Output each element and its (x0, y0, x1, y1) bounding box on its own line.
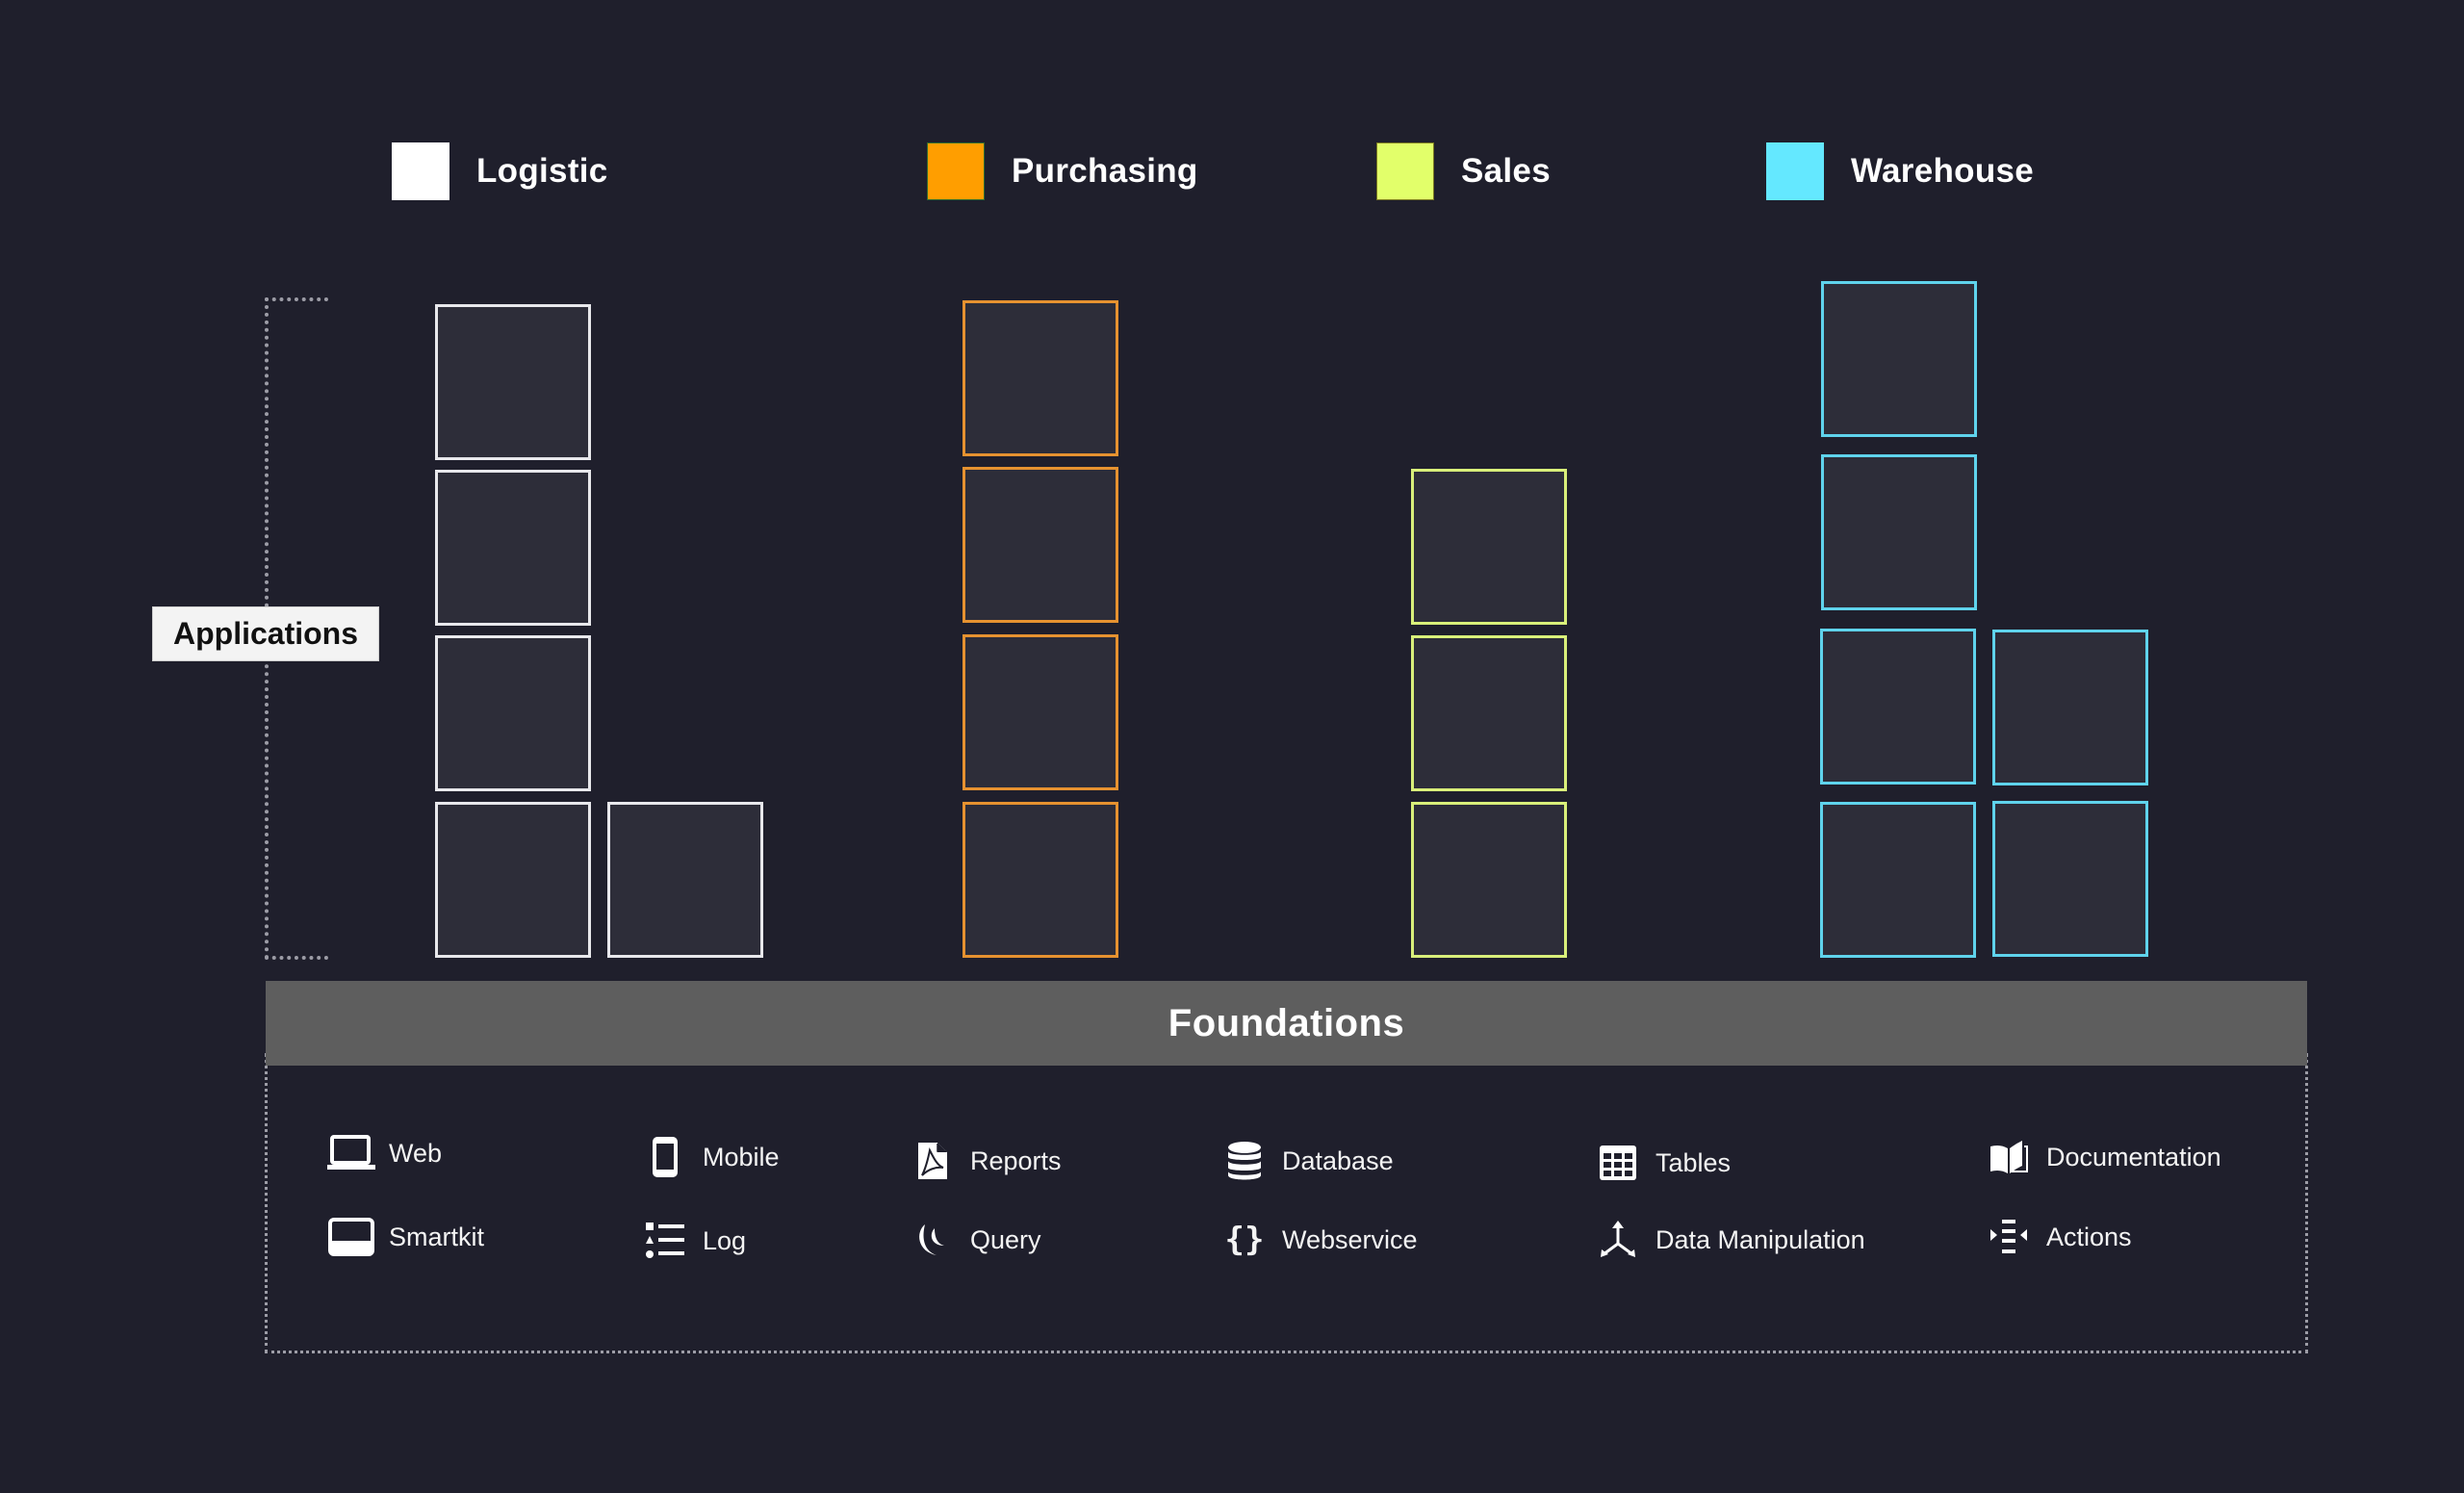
foundation-item-web[interactable]: Web (327, 1132, 442, 1174)
warehouse-block[interactable] (1820, 802, 1976, 958)
foundation-item-label: Documentation (2046, 1142, 2221, 1171)
foundations-header: Foundations (266, 981, 2307, 1066)
foundation-item-reports[interactable]: Reports (909, 1140, 1062, 1182)
logistic-block[interactable] (435, 470, 591, 626)
foundation-item-database[interactable]: Database (1220, 1140, 1394, 1182)
braces-icon: {} (1224, 1221, 1265, 1259)
list-icon (641, 1220, 689, 1262)
purchasing-block[interactable] (962, 300, 1118, 456)
jquery-icon (909, 1219, 957, 1261)
purchasing-block[interactable] (962, 802, 1118, 958)
sales-block[interactable] (1411, 802, 1567, 958)
sales-block[interactable] (1411, 635, 1567, 791)
legend-swatch-warehouse (1766, 142, 1824, 200)
foundation-item-label: Database (1282, 1145, 1394, 1175)
foundation-item-label: Data Manipulation (1656, 1224, 1865, 1254)
foundation-item-smartkit[interactable]: Smartkit (327, 1216, 484, 1258)
foundation-item-label: Query (970, 1224, 1041, 1254)
database-icon (1220, 1140, 1269, 1182)
legend-label: Warehouse (1851, 152, 2035, 190)
smartkit-icon (327, 1216, 375, 1258)
foundation-item-documentation[interactable]: Documentation (1985, 1136, 2221, 1178)
warehouse-block[interactable] (1821, 281, 1977, 437)
applications-label: Applications (152, 606, 379, 661)
logistic-block[interactable] (435, 304, 591, 460)
pdf-file-icon (909, 1140, 957, 1182)
foundation-item-tables[interactable]: Tables (1594, 1142, 1731, 1184)
legend-item-purchasing: Purchasing (927, 142, 1198, 201)
book-icon (1985, 1136, 2033, 1178)
legend-label: Purchasing (1012, 152, 1198, 190)
warehouse-block[interactable] (1820, 629, 1976, 785)
foundation-item-label: Reports (970, 1145, 1062, 1175)
warehouse-block[interactable] (1992, 801, 2148, 957)
laptop-icon (327, 1132, 375, 1174)
legend-label: Sales (1461, 152, 1551, 190)
logistic-block[interactable] (435, 635, 591, 791)
foundation-item-label: Mobile (703, 1142, 780, 1171)
logistic-block[interactable] (435, 802, 591, 958)
legend-item-logistic: Logistic (392, 142, 608, 201)
sales-block[interactable] (1411, 469, 1567, 625)
foundation-item-mobile[interactable]: Mobile (641, 1136, 780, 1178)
foundations-title: Foundations (1168, 1001, 1405, 1044)
foundation-item-label: Smartkit (389, 1222, 485, 1251)
legend-item-sales: Sales (1376, 142, 1551, 201)
actions-icon (1985, 1216, 2033, 1258)
legend-swatch-sales (1376, 142, 1434, 200)
logistic-block[interactable] (607, 802, 763, 958)
purchasing-block[interactable] (962, 634, 1118, 790)
mobile-icon (641, 1136, 689, 1178)
foundation-item-label: Actions (2046, 1222, 2132, 1251)
foundation-item-log[interactable]: Log (641, 1220, 746, 1262)
foundations-container (265, 1053, 2308, 1353)
purchasing-block[interactable] (962, 467, 1118, 623)
warehouse-block[interactable] (1992, 630, 2148, 785)
foundation-item-actions[interactable]: Actions (1985, 1216, 2132, 1258)
table-icon (1594, 1142, 1642, 1184)
warehouse-block[interactable] (1821, 454, 1977, 610)
foundation-item-data-manipulation[interactable]: Data Manipulation (1594, 1219, 1865, 1261)
foundation-item-webservice[interactable]: {} Webservice (1220, 1219, 1418, 1261)
foundation-item-query[interactable]: Query (909, 1219, 1041, 1261)
foundation-item-label: Log (703, 1225, 747, 1255)
legend-swatch-logistic (392, 142, 449, 200)
foundation-item-label: Web (389, 1138, 443, 1168)
foundation-item-label: Webservice (1282, 1224, 1418, 1254)
split-arrows-icon (1594, 1219, 1642, 1261)
foundation-item-label: Tables (1656, 1147, 1732, 1177)
legend-label: Logistic (476, 152, 608, 190)
legend-swatch-purchasing (927, 142, 985, 200)
legend-item-warehouse: Warehouse (1766, 142, 2034, 201)
